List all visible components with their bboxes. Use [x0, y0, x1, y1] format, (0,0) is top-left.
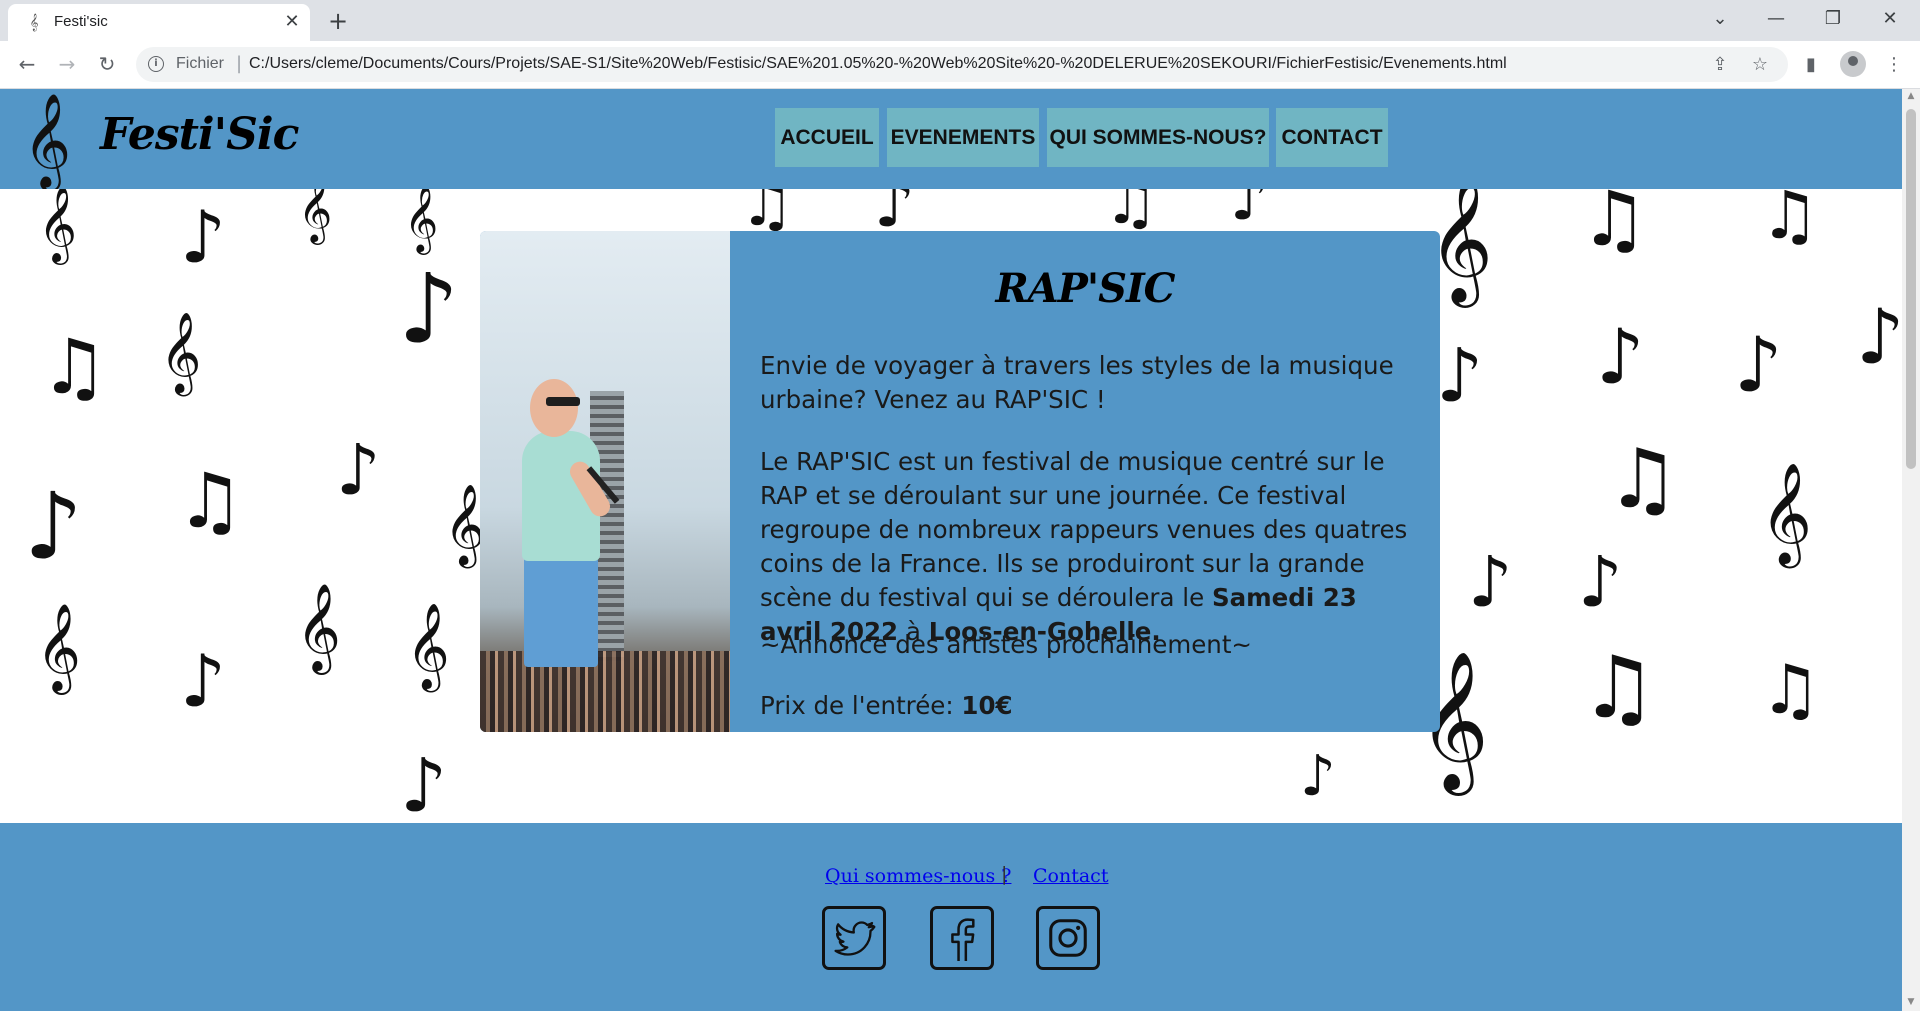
- music-note-icon: ♫: [740, 189, 794, 240]
- music-note-icon: ♫: [1760, 189, 1820, 254]
- event-description: Le RAP'SIC est un festival de musique ce…: [760, 447, 1408, 646]
- scrollbar-thumb[interactable]: [1906, 109, 1916, 469]
- tab-close-icon[interactable]: ✕: [280, 10, 304, 34]
- new-tab-icon[interactable]: +: [324, 8, 352, 36]
- event-price-value: 10€: [961, 691, 1013, 720]
- tab-search-icon[interactable]: ⌄: [1700, 4, 1740, 34]
- music-note-icon: ♪: [336, 429, 381, 511]
- nav-evenements[interactable]: EVENEMENTS: [887, 108, 1039, 167]
- music-note-icon: ♪: [1734, 320, 1783, 409]
- event-content: RAP'SIC Envie de voyager à travers les s…: [730, 231, 1440, 732]
- music-note-icon: 𝄞: [296, 582, 341, 671]
- page-scrollbar[interactable]: ▲ ▼: [1902, 89, 1920, 1011]
- music-note-icon: ♪: [400, 743, 448, 823]
- facebook-glyph: [951, 918, 975, 961]
- music-note-icon: ♫: [1580, 189, 1649, 263]
- browser-toolbar: ← → ↻ i Fichier | C:/Users/cleme/Documen…: [0, 41, 1920, 89]
- site-header: 𝄞 Festi'Sic ACCUEIL EVENEMENTS QUI SOMME…: [0, 89, 1902, 189]
- music-note-icon: ♪: [1468, 541, 1513, 623]
- music-note-icon: 𝄞: [298, 189, 333, 242]
- restore-icon[interactable]: ❐: [1813, 4, 1853, 34]
- music-note-icon: ♪: [1596, 312, 1645, 401]
- music-note-icon: ♪: [1436, 333, 1484, 419]
- instagram-icon[interactable]: [1036, 906, 1100, 970]
- music-note-icon: ♪: [180, 195, 226, 279]
- music-note-icon: ♫: [40, 322, 109, 411]
- notes-background-section: 𝄞 ♪ 𝄞 𝄞 ♪ ♫ 𝄞 ♪ ♫ ♪ 𝄞 𝄞 𝄞 𝄞 ♪ ♪ ♫ ♪ ♫ ♪ …: [0, 189, 1902, 823]
- footer-link-contact[interactable]: Contact: [1033, 865, 1108, 887]
- music-note-icon: ♫: [1580, 638, 1658, 738]
- address-bar[interactable]: i Fichier | C:/Users/cleme/Documents/Cou…: [136, 47, 1788, 82]
- footer-separator: |: [1001, 863, 1008, 885]
- music-note-icon: 𝄞: [160, 311, 202, 393]
- scroll-up-arrow-icon[interactable]: ▲: [1906, 91, 1916, 101]
- side-panel-icon[interactable]: ▮: [1797, 51, 1825, 79]
- music-note-icon: 𝄞: [1760, 461, 1813, 564]
- browser-tab-strip: 𝄞 Festi'sic ✕ + ⌄ — ❐ ✕: [0, 0, 1920, 41]
- tab-title: Festi'sic: [54, 13, 108, 30]
- music-note-icon: 𝄞: [38, 189, 78, 262]
- page-viewport: 𝄞 Festi'Sic ACCUEIL EVENEMENTS QUI SOMME…: [0, 89, 1902, 1011]
- music-note-icon: ♪: [24, 473, 83, 580]
- back-icon[interactable]: ←: [12, 49, 42, 79]
- music-note-icon: ♪: [180, 639, 226, 723]
- event-price: Prix de l'entrée: 10€: [760, 691, 1013, 720]
- event-intro: Envie de voyager à travers les styles de…: [760, 351, 1394, 414]
- nav-qui-sommes-nous[interactable]: QUI SOMMES-NOUS?: [1047, 108, 1269, 167]
- music-note-icon: 𝄞: [406, 603, 450, 689]
- event-card: RAP'SIC Envie de voyager à travers les s…: [480, 231, 1440, 732]
- tab-favicon-icon: 𝄞: [29, 13, 39, 31]
- url-separator: |: [236, 53, 243, 74]
- music-note-icon: ♪: [1230, 189, 1269, 234]
- footer-link-about[interactable]: Qui sommes-nous ?: [825, 865, 1011, 887]
- treble-clef-logo-icon[interactable]: 𝄞: [10, 95, 84, 187]
- music-note-icon: ♫: [1104, 189, 1158, 238]
- music-note-icon: ♫: [1760, 651, 1821, 730]
- music-note-icon: ♪: [1578, 541, 1623, 623]
- url-text[interactable]: C:/Users/cleme/Documents/Cours/Projets/S…: [249, 55, 1507, 73]
- music-note-icon: ♫: [176, 456, 245, 545]
- event-photo: [480, 231, 730, 732]
- profile-avatar[interactable]: [1840, 51, 1866, 77]
- minimize-icon[interactable]: —: [1756, 4, 1796, 34]
- nav-contact[interactable]: CONTACT: [1276, 108, 1388, 167]
- instagram-glyph: [1049, 919, 1087, 957]
- site-footer: Qui sommes-nous ? | Contact: [0, 823, 1902, 1011]
- reload-icon[interactable]: ↻: [92, 49, 122, 79]
- window-close-icon[interactable]: ✕: [1870, 4, 1910, 34]
- forward-icon[interactable]: →: [52, 49, 82, 79]
- site-logo-text[interactable]: Festi'Sic: [100, 109, 299, 160]
- music-note-icon: 𝄞: [404, 189, 439, 252]
- facebook-icon[interactable]: [930, 906, 994, 970]
- site-info-icon[interactable]: i: [148, 56, 164, 72]
- music-note-icon: ♫: [1606, 432, 1680, 527]
- twitter-glyph: [834, 921, 876, 956]
- event-announcement: ~Annonce des artistes prochainement~: [760, 630, 1252, 659]
- url-scheme-chip: Fichier: [176, 55, 225, 72]
- event-title: RAP'SIC: [995, 265, 1175, 312]
- music-note-icon: 𝄞: [36, 602, 81, 691]
- browser-tab[interactable]: 𝄞 Festi'sic ✕: [8, 4, 310, 41]
- browser-menu-icon[interactable]: ⋮: [1880, 51, 1908, 79]
- share-icon[interactable]: ⇪: [1708, 53, 1732, 77]
- music-note-icon: ♪: [874, 189, 915, 242]
- music-note-icon: ♪: [1856, 292, 1902, 381]
- music-note-icon: ♪: [1300, 744, 1336, 809]
- crowd: [480, 651, 730, 732]
- bookmark-star-icon[interactable]: ☆: [1748, 53, 1772, 77]
- music-note-icon: ♪: [398, 253, 460, 365]
- twitter-icon[interactable]: [822, 906, 886, 970]
- nav-accueil[interactable]: ACCUEIL: [775, 108, 879, 167]
- scroll-down-arrow-icon[interactable]: ▼: [1906, 997, 1916, 1007]
